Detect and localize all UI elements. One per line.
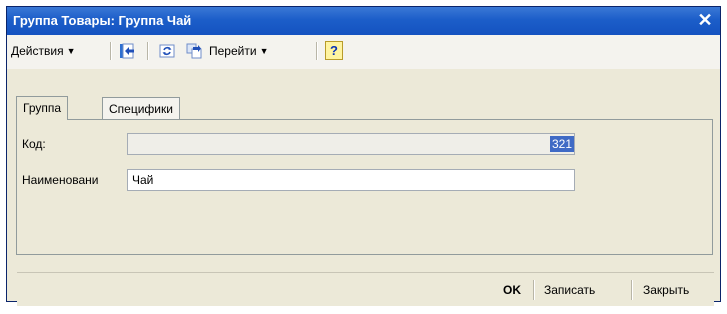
window-title: Группа Товары: Группа Чай xyxy=(13,13,192,28)
save-button[interactable]: Записать xyxy=(544,280,595,300)
tab-specifics[interactable]: Специфики xyxy=(102,97,180,119)
actions-menu[interactable]: Действия ▼ xyxy=(11,41,76,61)
toolbar: Действия ▼ Перейти ▼ ? xyxy=(7,35,720,69)
name-field[interactable]: Чай xyxy=(127,169,575,191)
move-left-icon[interactable] xyxy=(118,42,136,60)
goto-menu-label: Перейти xyxy=(209,44,257,58)
code-label: Код: xyxy=(22,137,46,151)
name-label: Наименовани xyxy=(22,173,99,187)
goto-menu[interactable]: Перейти ▼ xyxy=(209,41,268,61)
tab-panel-group: Код: 321 Наименовани Чай xyxy=(16,119,713,255)
chevron-down-icon: ▼ xyxy=(259,46,269,56)
ok-button[interactable]: OK xyxy=(503,280,521,300)
dialog-window: Группа Товары: Группа Чай ✕ Действия ▼ П… xyxy=(6,6,721,302)
bottom-button-bar: OK Записать Закрыть xyxy=(17,272,714,306)
switch-icon[interactable] xyxy=(185,42,203,60)
help-icon[interactable]: ? xyxy=(325,41,343,60)
button-separator xyxy=(533,280,535,300)
actions-menu-label: Действия xyxy=(11,44,64,58)
code-value: 321 xyxy=(549,136,574,152)
title-bar[interactable]: Группа Товары: Группа Чай ✕ xyxy=(7,7,720,35)
code-field[interactable]: 321 xyxy=(127,133,575,155)
close-button[interactable]: Закрыть xyxy=(643,280,689,300)
tab-group[interactable]: Группа xyxy=(16,96,69,120)
button-separator xyxy=(631,280,633,300)
toolbar-separator xyxy=(110,42,112,60)
close-icon[interactable]: ✕ xyxy=(696,11,714,29)
refresh-icon[interactable] xyxy=(158,42,176,60)
toolbar-separator xyxy=(316,42,318,60)
form-content: Группа Специфики Код: 321 Наименовани Ча… xyxy=(16,72,713,255)
chevron-down-icon: ▼ xyxy=(66,46,76,56)
toolbar-separator xyxy=(147,42,149,60)
